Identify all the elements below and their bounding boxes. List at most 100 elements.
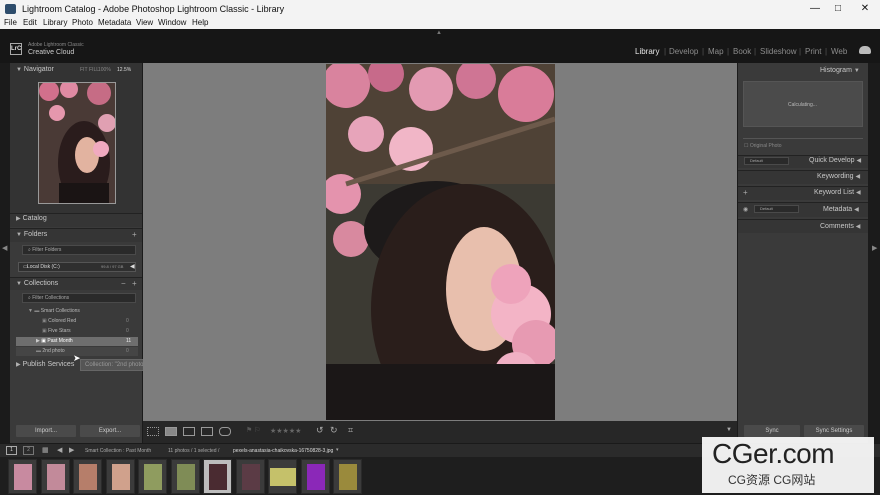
survey-view-icon[interactable] — [201, 427, 213, 436]
thumbnail-image — [176, 464, 195, 490]
menu-window[interactable]: Window — [158, 18, 186, 27]
menu-file[interactable]: File — [4, 18, 17, 27]
filmstrip-thumbnail[interactable] — [105, 459, 135, 494]
filmstrip-thumbnail[interactable] — [138, 459, 167, 494]
crop-overlay-icon[interactable]: ⌗ — [348, 425, 353, 436]
disk-expand-icon[interactable]: ◀ — [130, 263, 135, 270]
main-photo — [326, 64, 555, 420]
filename-dropdown-icon[interactable]: ▾ — [336, 447, 339, 453]
comments-label: Comments ◀ — [820, 223, 860, 235]
collections-filter-field[interactable]: ⌕ Filter Collections — [22, 293, 136, 303]
import-button[interactable]: Import... — [16, 425, 76, 437]
collection-count: 0 — [126, 348, 129, 354]
thumbnail-image — [209, 464, 227, 490]
thumbnail-image — [14, 464, 32, 490]
menu-metadata[interactable]: Metadata — [98, 18, 131, 27]
navigator-title: Navigator — [23, 66, 54, 73]
filmstrip-thumbnail[interactable] — [8, 459, 37, 494]
filmstrip-thumbnail[interactable] — [203, 459, 232, 494]
zoom-100[interactable]: 100% — [98, 67, 111, 73]
star-rating[interactable]: ★★★★★ — [270, 427, 301, 435]
module-develop[interactable]: Develop — [669, 47, 698, 56]
left-panel-toggle-icon[interactable]: ◀ — [2, 244, 7, 252]
forward-arrow-icon[interactable]: ▶ — [69, 446, 74, 454]
app-icon — [5, 4, 16, 14]
metadata-label: Metadata ◀ — [823, 206, 859, 218]
navigator-header[interactable]: ▼ Navigator — [16, 66, 54, 78]
module-book[interactable]: Book — [733, 47, 751, 56]
zoom-current[interactable]: 12.5% — [117, 67, 131, 73]
back-arrow-icon[interactable]: ◀ — [57, 446, 62, 454]
menu-edit[interactable]: Edit — [23, 18, 37, 27]
export-button[interactable]: Export... — [80, 425, 140, 437]
menu-help[interactable]: Help — [192, 18, 208, 27]
secondary-window-button[interactable]: 2 — [23, 446, 34, 455]
add-keyword-icon[interactable]: + — [743, 188, 748, 197]
module-map[interactable]: Map — [708, 47, 724, 56]
collection-colored-red[interactable]: ▣ Colored Red 0 — [42, 317, 136, 326]
navigator-preview[interactable] — [38, 82, 116, 204]
folders-filter-placeholder: Filter Folders — [32, 247, 62, 253]
filmstrip-thumbnail[interactable] — [40, 459, 70, 494]
local-disk-row[interactable]: ▭ Local Disk (C:) 99.8 / 97 GB ◀ — [18, 262, 136, 272]
smart-collections-row[interactable]: ▼ ▬ Smart Collections — [28, 307, 136, 316]
grid-icon[interactable]: ▦ — [42, 446, 49, 454]
original-photo-checkbox[interactable]: ☐ Original Photo — [744, 143, 782, 149]
collections-filter-placeholder: Filter Collections — [32, 295, 70, 301]
compare-view-icon[interactable] — [183, 427, 195, 436]
filmstrip-thumbnail[interactable] — [333, 459, 362, 494]
module-web[interactable]: Web — [831, 47, 847, 56]
thumbnail-image — [79, 464, 97, 490]
catalog-title: Catalog — [22, 215, 47, 222]
rotate-left-icon[interactable]: ↺ — [316, 425, 324, 436]
flag-icon[interactable]: ⚑ ⚐ — [246, 426, 261, 434]
top-panel-toggle-icon[interactable]: ▲ — [436, 30, 442, 36]
expand-triangle-icon: ◀ — [854, 207, 859, 213]
collection-label: Past Month — [47, 338, 73, 344]
collection-five-stars[interactable]: ▣ Five Stars 0 — [42, 327, 136, 336]
people-view-icon[interactable] — [219, 427, 231, 436]
remove-collection-icon[interactable]: − — [121, 279, 126, 288]
quick-develop-preset-select[interactable]: Default — [744, 157, 789, 165]
minimize-button[interactable]: — — [808, 2, 822, 16]
add-collection-icon[interactable]: + — [132, 279, 137, 288]
menu-view[interactable]: View — [136, 18, 153, 27]
module-slideshow[interactable]: Slideshow — [760, 47, 796, 56]
collection-past-month[interactable]: ▶ ▣ Past Month 11 — [16, 337, 138, 346]
eye-icon[interactable]: ◉ — [743, 206, 748, 213]
rotate-right-icon[interactable]: ↻ — [330, 425, 338, 436]
loupe-view-icon[interactable] — [165, 427, 177, 436]
sync-settings-button[interactable]: Sync Settings — [804, 425, 864, 437]
histogram-display[interactable]: Calculating... — [743, 81, 863, 127]
cloud-sync-icon[interactable] — [859, 46, 871, 54]
filmstrip-source[interactable]: Smart Collection : Past Month — [85, 448, 151, 454]
menu-bar: File Edit Library Photo Metadata View Wi… — [0, 18, 880, 29]
histogram-header[interactable]: Histogram ▼ — [820, 67, 860, 79]
folders-filter-field[interactable]: ⌕ Filter Folders — [22, 245, 136, 255]
filmstrip-thumbnail[interactable] — [268, 459, 297, 494]
toolbar-menu-icon[interactable]: ▼ — [726, 427, 732, 433]
close-button[interactable]: ✕ — [858, 2, 872, 16]
right-panel-toggle-icon[interactable]: ▶ — [872, 244, 877, 252]
add-folder-icon[interactable]: + — [132, 230, 137, 239]
local-disk-label: Local Disk (C:) — [27, 264, 60, 270]
filmstrip-thumbnail[interactable] — [235, 459, 265, 494]
filmstrip-thumbnail[interactable] — [300, 459, 330, 494]
grid-view-icon[interactable] — [147, 427, 159, 436]
sync-button[interactable]: Sync — [744, 425, 800, 437]
primary-window-button[interactable]: 1 — [6, 446, 17, 455]
local-disk-size: 99.8 / 97 GB — [101, 264, 124, 269]
maximize-button[interactable]: □ — [831, 2, 845, 16]
filmstrip-thumbnail[interactable] — [73, 459, 102, 494]
zoom-fit[interactable]: FIT — [80, 67, 88, 73]
module-library[interactable]: Library — [635, 47, 659, 56]
smart-collection-icon: ▣ — [42, 328, 47, 334]
metadata-preset-select[interactable]: Default — [754, 205, 799, 213]
thumbnail-image — [46, 464, 65, 490]
filmstrip-thumbnail[interactable] — [170, 459, 200, 494]
menu-photo[interactable]: Photo — [72, 18, 93, 27]
loupe-view[interactable] — [143, 63, 737, 421]
module-print[interactable]: Print — [805, 47, 821, 56]
menu-library[interactable]: Library — [43, 18, 67, 27]
smart-collection-icon: ▣ — [41, 338, 46, 344]
